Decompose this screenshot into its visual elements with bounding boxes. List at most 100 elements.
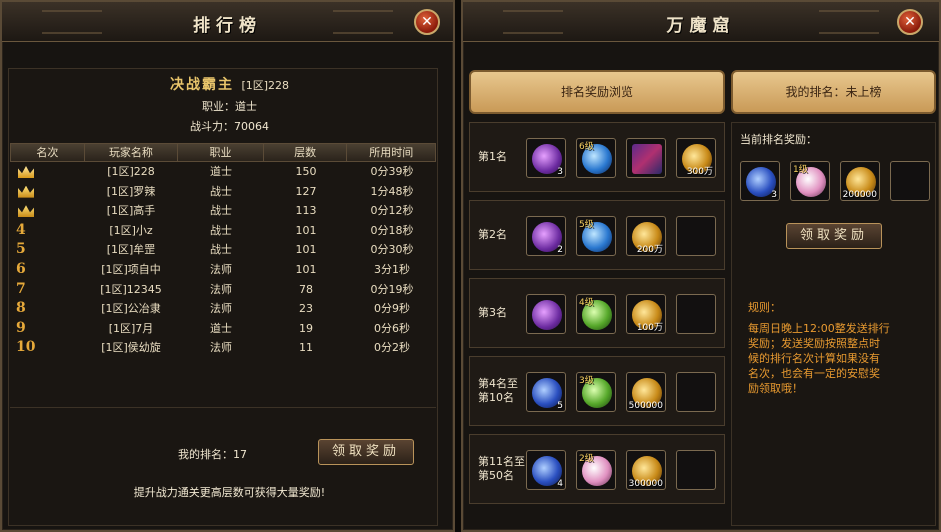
- player-name-cell: [1区]小z: [109, 223, 153, 237]
- tier-label: 第3名: [478, 306, 507, 319]
- player-title: 决战霸主: [169, 77, 234, 93]
- purple-amulet-icon: [532, 300, 562, 330]
- player-name-cell: [1区]项自中: [101, 262, 161, 276]
- reward-tier: 第1名 3 6级 300万: [469, 122, 725, 192]
- reward-slot[interactable]: 2: [526, 216, 566, 256]
- class-cell: 道士: [210, 321, 232, 335]
- time-cell: 0分18秒: [370, 223, 414, 237]
- item-quantity: 2: [557, 245, 563, 255]
- floor-cell: 127: [295, 184, 317, 198]
- claim-reward-button[interactable]: 领取奖励: [318, 439, 414, 465]
- time-cell: 0分9秒: [374, 302, 410, 316]
- leaderboard-panel: 排行榜 ✕ 决战霸主 [1区]228 职业：道士 战斗力：70064 名次 玩家…: [0, 0, 455, 532]
- rank-number: 7: [16, 280, 26, 297]
- reward-slot[interactable]: [526, 294, 566, 334]
- item-level: 2级: [579, 454, 594, 464]
- class-cell: 道士: [210, 165, 232, 178]
- empty-reward-slot[interactable]: [676, 372, 716, 412]
- reward-slot[interactable]: 5: [526, 372, 566, 412]
- table-row: 8 [1区]公冶隶 法师 23 0分9秒: [10, 299, 436, 319]
- rules-text: 每周日晚上12:00整发送排行奖励；发送奖励按照整点时候的排行名次计算如果没有名…: [748, 322, 890, 395]
- tab-reward-preview[interactable]: 排名奖励浏览: [469, 70, 725, 114]
- reward-slot[interactable]: 4级: [576, 294, 616, 334]
- rank-number: 5: [16, 241, 26, 258]
- item-level: 4级: [579, 298, 594, 308]
- item-level: 3级: [579, 376, 594, 386]
- crown-icon: [18, 185, 34, 198]
- time-cell: 0分30秒: [370, 243, 414, 257]
- empty-reward-slot[interactable]: [676, 294, 716, 334]
- reward-slot[interactable]: 4: [526, 450, 566, 490]
- column-header: 所用时间: [369, 146, 414, 159]
- time-cell: 0分2秒: [374, 341, 410, 355]
- reward-slot[interactable]: [626, 138, 666, 178]
- floor-cell: 101: [295, 262, 317, 276]
- reward-slot[interactable]: 3: [740, 161, 780, 201]
- reward-slot[interactable]: 3级: [576, 372, 616, 412]
- reward-slot[interactable]: 500000: [626, 372, 666, 412]
- reward-tier: 第3名 4级 100万: [469, 278, 725, 348]
- tip-text: 提升战力通关更高层数可获得大量奖励!: [133, 486, 326, 499]
- reward-slot[interactable]: 300000: [626, 450, 666, 490]
- rank-number: 9: [16, 319, 26, 336]
- item-quantity: 3: [557, 167, 563, 177]
- reward-slot[interactable]: 300万: [676, 138, 716, 178]
- rank-number: 10: [16, 339, 36, 356]
- rank-cell: 4: [10, 221, 84, 241]
- rank-number: 4: [16, 221, 26, 238]
- my-rank-label: 我的排名：17: [178, 448, 247, 461]
- rank-cell: 7: [10, 280, 84, 300]
- item-quantity: 4: [557, 479, 563, 489]
- table-row: 4 [1区]小z 战士 101 0分18秒: [10, 221, 436, 241]
- time-cell: 0分19秒: [370, 282, 414, 296]
- floor-cell: 101: [295, 223, 317, 237]
- column-header: 职业: [178, 144, 264, 161]
- close-icon[interactable]: ✕: [897, 9, 923, 35]
- current-reward-title: 当前排名奖励：: [740, 133, 817, 146]
- table-row: 7 [1区]12345 法师 78 0分19秒: [10, 280, 436, 300]
- item-quantity: 100万: [636, 323, 663, 333]
- reward-slot[interactable]: 1级: [790, 161, 830, 201]
- reward-slot[interactable]: 5级: [576, 216, 616, 256]
- class-cell: 战士: [210, 243, 232, 257]
- player-power: 战斗力：70064: [190, 120, 269, 133]
- reward-slot[interactable]: 2级: [576, 450, 616, 490]
- title-ornament: [819, 10, 879, 34]
- item-quantity: 300000: [628, 479, 663, 489]
- column-header: 玩家名称: [85, 144, 179, 161]
- empty-reward-slot[interactable]: [890, 161, 930, 201]
- class-cell: 法师: [210, 282, 232, 296]
- dragon-mount-icon: [632, 144, 662, 174]
- class-cell: 战士: [210, 204, 232, 218]
- floor-cell: 78: [299, 282, 313, 296]
- crown-icon: [18, 166, 34, 178]
- reward-slot[interactable]: 200000: [840, 161, 880, 201]
- item-quantity: 200000: [842, 190, 877, 200]
- title-ornament: [333, 10, 393, 34]
- tab-my-rank[interactable]: 我的排名：未上榜: [731, 70, 936, 114]
- table-header: 名次 玩家名称 职业 层数 所用时间: [10, 143, 436, 162]
- demon-cave-panel: 万魔窟 ✕ 排名奖励浏览 我的排名：未上榜 第1名 3 6级 300万 第2名 2 5级 20…: [461, 0, 941, 532]
- floor-cell: 23: [299, 302, 313, 316]
- time-cell: 1分48秒: [370, 184, 414, 198]
- top-player-info: 决战霸主 [1区]228 职业：道士 战斗力：70064: [2, 74, 457, 134]
- player-name-cell: [1区]高手: [106, 204, 156, 218]
- reward-slot[interactable]: 200万: [626, 216, 666, 256]
- reward-slot[interactable]: 3: [526, 138, 566, 178]
- table-row: [1区]高手 战士 113 0分12秒: [10, 201, 436, 221]
- table-row: [1区]228 道士 150 0分39秒: [10, 162, 436, 182]
- close-icon[interactable]: ✕: [414, 9, 440, 35]
- rules-title: 规则：: [748, 301, 781, 314]
- floor-cell: 11: [299, 341, 313, 355]
- empty-reward-slot[interactable]: [676, 450, 716, 490]
- rank-cell: 9: [10, 319, 84, 339]
- claim-reward-button[interactable]: 领取奖励: [786, 223, 882, 249]
- class-cell: 法师: [210, 302, 232, 316]
- reward-slot[interactable]: 100万: [626, 294, 666, 334]
- reward-slot[interactable]: 6级: [576, 138, 616, 178]
- tier-label: 第2名: [478, 228, 507, 241]
- current-reward-box: 当前排名奖励： 3 1级 200000 领取奖励 规则： 每周日晚上12:00整发送…: [731, 122, 936, 526]
- floor-cell: 101: [295, 243, 317, 257]
- floor-cell: 150: [295, 165, 317, 178]
- empty-reward-slot[interactable]: [676, 216, 716, 256]
